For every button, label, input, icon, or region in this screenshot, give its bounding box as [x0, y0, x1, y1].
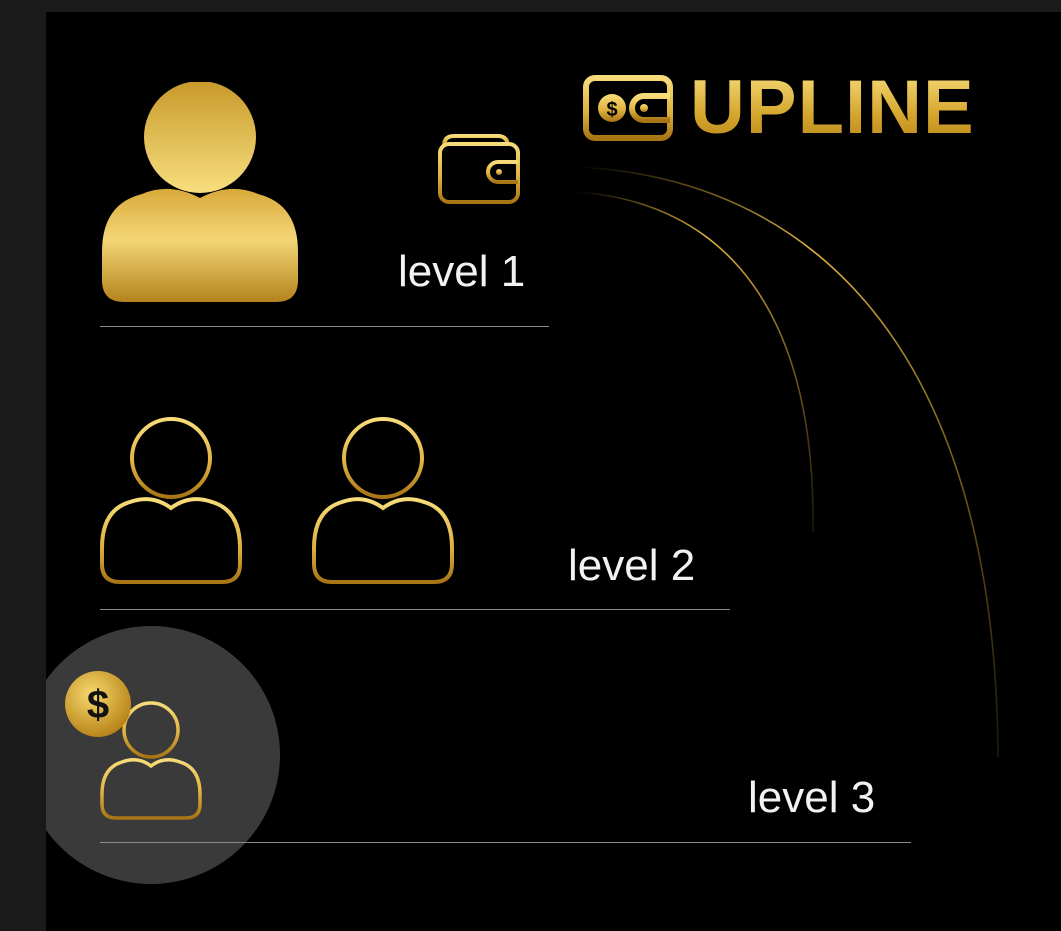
level1-member-avatar-icon: [100, 82, 300, 304]
level2-label: level 2: [568, 541, 696, 590]
wallet-icon: [436, 132, 524, 206]
level2-member-icon: [100, 416, 242, 586]
level2-member-icon: [312, 416, 454, 586]
level3-label: level 3: [748, 773, 876, 822]
level1-divider: [100, 326, 549, 327]
level1-label: level 1: [398, 247, 526, 296]
dollar-coin-icon: $: [64, 670, 132, 738]
svg-text:$: $: [87, 683, 109, 727]
level3-divider: [100, 842, 911, 843]
level2-divider: [100, 609, 730, 610]
diagram-canvas: $ UPLINE level 1 level 2 $ level 3: [46, 12, 1061, 931]
outer-frame: $ UPLINE level 1 level 2 $ level 3: [0, 0, 1061, 931]
